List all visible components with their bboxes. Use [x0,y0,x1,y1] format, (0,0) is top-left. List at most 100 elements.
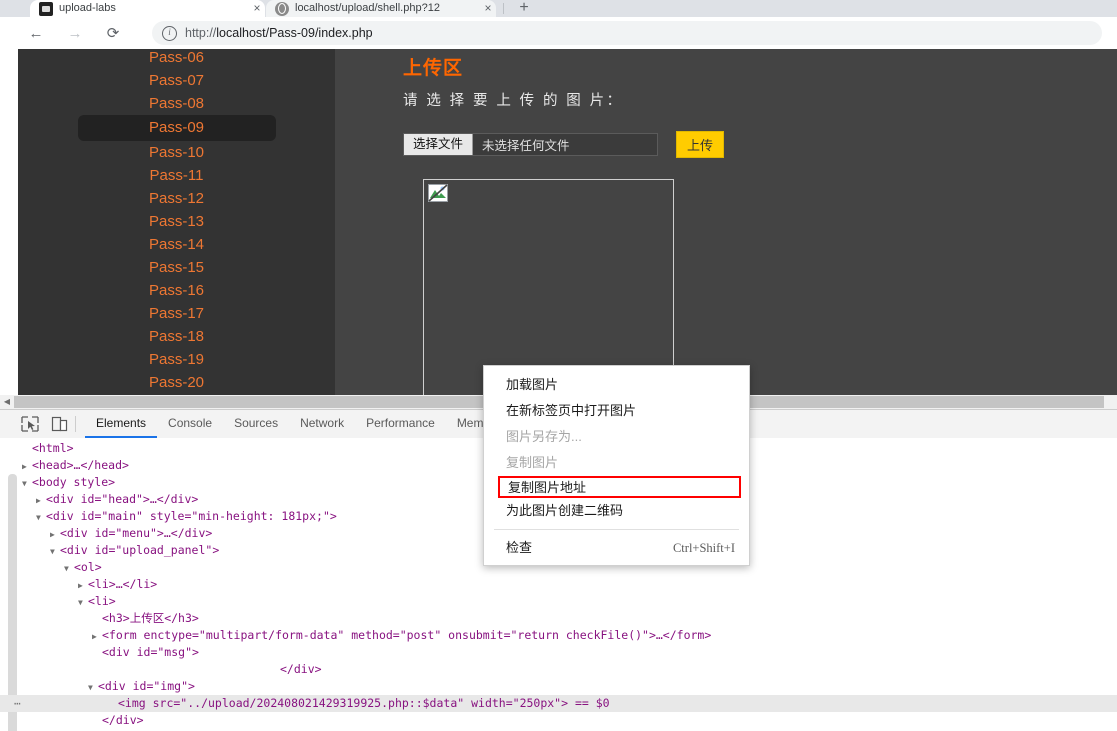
menu-item-pass-07[interactable]: Pass-07 [18,69,335,92]
page-title: 上传区 [403,58,464,79]
upload-panel: 上传区 请 选 择 要 上 传 的 图 片： 选择文件 未选择任何文件 上传 [335,49,1117,395]
close-icon[interactable]: × [480,0,496,17]
url-rest: localhost/Pass-09/index.php [216,26,373,40]
site-info-icon[interactable] [162,25,177,41]
dom-line-text: <div id="upload_panel"> [60,543,220,557]
broken-image-icon [428,184,448,202]
dom-row[interactable]: </div> [0,661,1117,678]
row-overflow-marker[interactable]: ⋯ [14,695,22,712]
chevron-down-icon[interactable]: ▼ [88,679,98,696]
address-bar[interactable]: http://localhost/Pass-09/index.php [152,21,1102,45]
context-menu-item-open-image-new-tab[interactable]: 在新标签页中打开图片 [484,398,749,424]
menu-item-label: Pass-06 [148,49,205,66]
menu-item-pass-18[interactable]: Pass-18 [18,325,335,348]
choose-file-button[interactable]: 选择文件 [404,134,474,155]
dom-row[interactable]: ▶ <li>…</li> [0,576,1117,593]
upload-prompt: 请 选 择 要 上 传 的 图 片： [403,93,624,109]
context-menu-item-inspect[interactable]: 检查 Ctrl+Shift+I [484,535,749,561]
dom-line-text: <img src="../upload/202408021429319925.p… [118,696,610,710]
dom-row[interactable]: </div> [0,712,1117,729]
chevron-right-icon[interactable]: ▶ [50,526,60,543]
dom-line-text: <ol> [74,560,102,574]
context-menu-shortcut: Ctrl+Shift+I [672,541,735,555]
dom-row[interactable]: <h3>上传区</h3> [0,610,1117,627]
context-menu-item-create-qr-code[interactable]: 为此图片创建二维码 [484,498,749,524]
new-tab-button[interactable]: + [513,0,535,17]
tab-elements[interactable]: Elements [85,410,158,438]
dom-line-text: <div id="menu">…</div> [60,526,213,540]
menu-item-pass-06[interactable]: Pass-06 [18,49,335,69]
back-button[interactable]: ← [24,21,48,45]
menu-item-pass-15[interactable]: Pass-15 [18,256,335,279]
menu-item-label: Pass-14 [148,236,205,253]
menu-item-pass-10[interactable]: Pass-10 [18,141,335,164]
chevron-right-icon[interactable]: ▶ [78,577,88,594]
scroll-left-arrow[interactable]: ◀ [0,395,14,409]
tab-performance[interactable]: Performance [355,410,446,438]
chevron-down-icon[interactable]: ▼ [50,543,60,560]
menu-item-label: Pass-16 [148,282,205,299]
tab-title: upload-labs [59,2,116,14]
browser-window: upload-labs × localhost/upload/shell.php… [0,0,1117,731]
tab-strip: upload-labs × localhost/upload/shell.php… [0,0,1117,17]
menu-item-pass-20[interactable]: Pass-20 [18,371,335,394]
context-menu-item-copy-image-address[interactable]: 复制图片地址 [498,476,741,498]
image-context-menu: 加载图片 在新标签页中打开图片 图片另存为... 复制图片 复制图片地址 为此图… [483,365,750,566]
chevron-down-icon[interactable]: ▼ [22,475,32,492]
menu-item-label: Pass-15 [148,259,205,276]
uploaded-image-preview[interactable] [423,179,674,395]
menu-item-pass-08[interactable]: Pass-08 [18,92,335,115]
forward-button[interactable]: → [63,21,87,45]
tab-console[interactable]: Console [157,410,223,438]
close-icon[interactable]: × [249,0,265,17]
dom-row-selected[interactable]: ⋯ <img src="../upload/202408021429319925.… [0,695,1117,712]
reload-button[interactable]: ⟳ [101,21,125,45]
dom-line-text: <form enctype="multipart/form-data" meth… [102,628,712,642]
chevron-down-icon[interactable]: ▼ [78,594,88,611]
chevron-down-icon[interactable]: ▼ [64,560,74,577]
browser-tab-shell-php[interactable]: localhost/upload/shell.php?12 × [266,0,496,17]
tab-network[interactable]: Network [289,410,355,438]
web-page: Pass-05 Pass-06 Pass-07 Pass-08 Pass-09 … [18,49,1117,395]
menu-item-pass-13[interactable]: Pass-13 [18,210,335,233]
dom-line-text: </div> [280,662,322,676]
pass-menu-list: Pass-05 Pass-06 Pass-07 Pass-08 Pass-09 … [18,49,335,394]
file-input[interactable]: 选择文件 未选择任何文件 [403,133,658,156]
submit-upload-button[interactable]: 上传 [676,131,725,158]
dom-line-text: <h3>上传区</h3> [102,611,199,625]
dom-line-text: <div id="main" style="min-height: 181px;… [46,509,337,523]
chevron-down-icon[interactable]: ▼ [36,509,46,526]
dom-line-text: <html> [32,441,74,455]
dom-row[interactable]: <div id="msg"> [0,644,1117,661]
menu-item-pass-14[interactable]: Pass-14 [18,233,335,256]
chevron-right-icon[interactable]: ▶ [92,628,102,645]
page-viewport: Pass-05 Pass-06 Pass-07 Pass-08 Pass-09 … [0,49,1117,395]
dom-line-text: <body style> [32,475,116,489]
browser-toolbar: ← → ⟳ http://localhost/Pass-09/index.php [0,17,1117,49]
menu-item-pass-09[interactable]: Pass-09 [77,115,276,141]
browser-tab-upload-labs[interactable]: upload-labs × [30,0,265,17]
dom-row[interactable]: ▼ <div id="img"> [0,678,1117,695]
menu-item-pass-12[interactable]: Pass-12 [18,187,335,210]
menu-item-pass-11[interactable]: Pass-11 [18,164,335,187]
chevron-right-icon[interactable]: ▶ [36,492,46,509]
device-toolbar-icon[interactable] [50,415,70,433]
dom-line-text: <li> [88,594,116,608]
menu-item-label: Pass-10 [148,144,205,161]
tab-sources[interactable]: Sources [223,410,289,438]
inspect-element-icon[interactable] [20,415,40,433]
devtools-tab-bar: Elements Console Sources Network Perform… [85,410,494,438]
menu-item-pass-19[interactable]: Pass-19 [18,348,335,371]
menu-item-label: Pass-07 [148,72,205,89]
context-menu-item-copy-image[interactable]: 复制图片 [484,450,749,476]
dom-row[interactable]: ▶ <form enctype="multipart/form-data" met… [0,627,1117,644]
menu-item-pass-16[interactable]: Pass-16 [18,279,335,302]
context-menu-item-load-image[interactable]: 加载图片 [484,372,749,398]
menu-item-label: Pass-17 [148,305,205,322]
chevron-right-icon[interactable]: ▶ [22,458,32,475]
dom-row[interactable]: ▼ <li> [0,593,1117,610]
dom-line-text: <div id="img"> [98,679,195,693]
menu-item-pass-17[interactable]: Pass-17 [18,302,335,325]
menu-item-label: Pass-09 [148,119,205,136]
context-menu-item-save-image-as[interactable]: 图片另存为... [484,424,749,450]
